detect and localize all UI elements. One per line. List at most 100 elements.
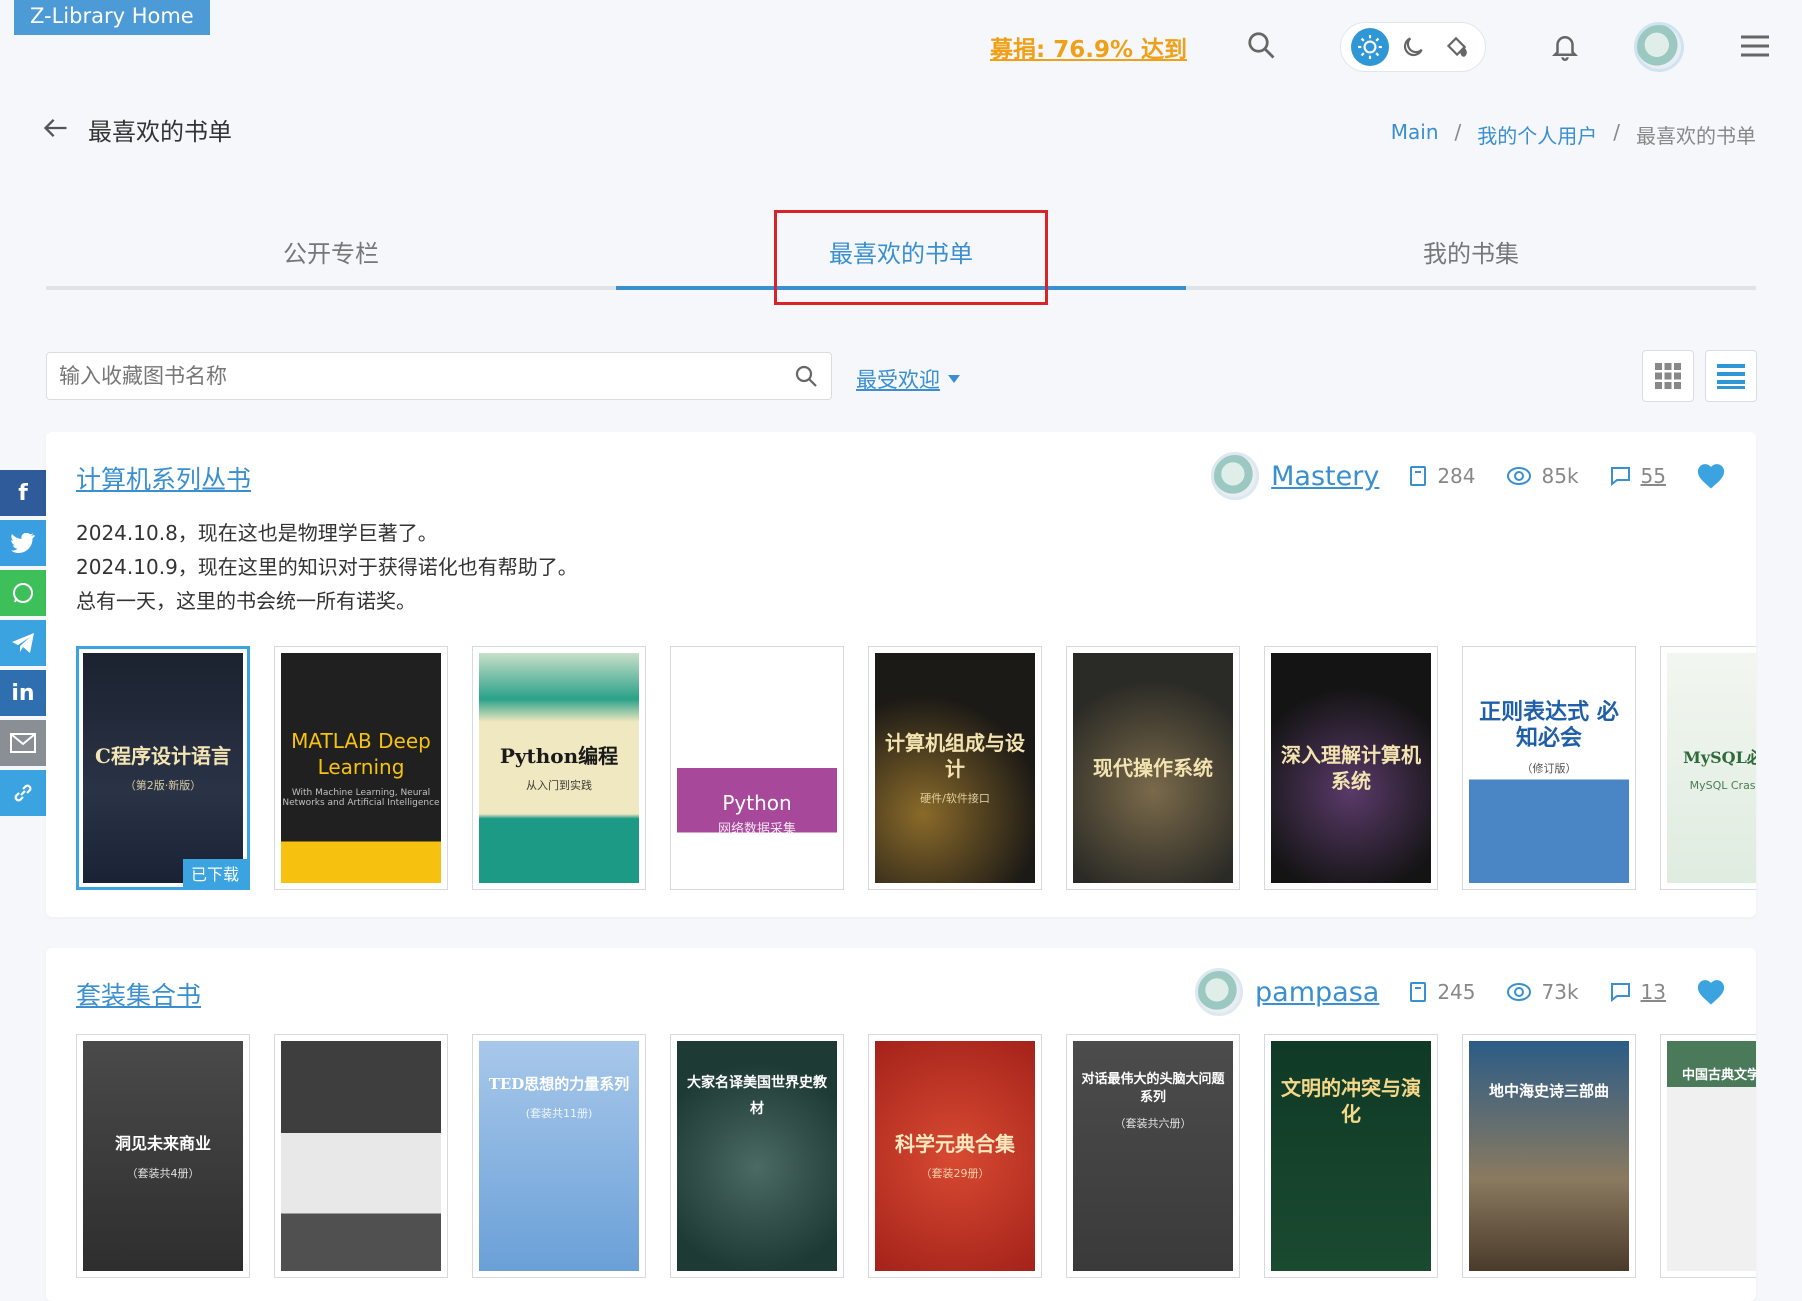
book-title: 文明的冲突与演化 [1281, 1076, 1421, 1126]
link-icon[interactable] [0, 770, 46, 816]
book-subtitle: （套装共4册） [126, 1167, 200, 1180]
eye-icon [1506, 983, 1531, 1001]
booklist-owner[interactable]: Mastery [1211, 452, 1379, 500]
sort-dropdown[interactable]: 最受欢迎 [856, 364, 960, 394]
cover-art: 深入理解计算机系统 [1271, 653, 1431, 883]
cover-art: 科学元典合集 （套装29册） [875, 1041, 1035, 1271]
book-cover[interactable]: Python编程 从入门到实践 [472, 646, 646, 890]
book-cover[interactable]: 正则表达式 必知必会 （修订版） [1462, 646, 1636, 890]
book-cover[interactable] [274, 1034, 448, 1278]
book-cover[interactable]: MySQL必知必会 MySQL Crash Course [1660, 646, 1756, 890]
book-cover[interactable]: 深入理解计算机系统 [1264, 646, 1438, 890]
book-subtitle: 从入门到实践 [526, 779, 592, 792]
book-cover[interactable]: 计算机组成与设计 硬件/软件接口 [868, 646, 1042, 890]
owner-avatar[interactable] [1195, 968, 1244, 1016]
telegram-icon[interactable] [0, 620, 46, 666]
cover-art: 大家名译美国世界史教材 [677, 1041, 837, 1271]
moon-icon[interactable] [1394, 28, 1432, 66]
book-subtitle: （修订版） [1521, 762, 1577, 775]
z-library-home-link[interactable]: Z-Library Home [14, 0, 210, 35]
book-subtitle: （套装29册） [920, 1167, 990, 1180]
comments-count-value[interactable]: 55 [1641, 464, 1666, 488]
description-line: 2024.10.8，现在这也是物理学巨著了。 [76, 521, 438, 545]
book-subtitle: (套装共11册) [525, 1107, 593, 1120]
cover-art [281, 1041, 441, 1271]
tab-highlight-frame [774, 210, 1048, 305]
twitter-icon[interactable] [0, 520, 46, 566]
description-line: 总有一天，这里的书会统一所有诺奖。 [76, 589, 416, 613]
comment-icon [1610, 467, 1630, 486]
breadcrumb-current: 最喜欢的书单 [1636, 124, 1756, 148]
book-title: 计算机组成与设计 [885, 731, 1025, 781]
book-subtitle: 硬件/软件接口 [920, 792, 990, 805]
book-cover[interactable]: 地中海史诗三部曲 [1462, 1034, 1636, 1278]
cover-art: 地中海史诗三部曲 [1469, 1041, 1629, 1271]
cover-art: 正则表达式 必知必会 （修订版） [1469, 653, 1629, 883]
cover-art: 计算机组成与设计 硬件/软件接口 [875, 653, 1035, 883]
book-title: 科学元典合集 [895, 1132, 1015, 1156]
book-subtitle: （套装共六册） [1114, 1117, 1192, 1130]
whatsapp-icon[interactable] [0, 570, 46, 616]
heart-icon[interactable] [1696, 462, 1726, 490]
paint-bucket-icon[interactable] [1437, 28, 1475, 66]
search-icon[interactable] [781, 353, 831, 399]
book-cover[interactable]: TED思想的力量系列 (套装共11册) [472, 1034, 646, 1278]
user-avatar[interactable] [1634, 22, 1684, 72]
sun-icon[interactable] [1351, 28, 1390, 66]
comments-count[interactable]: 55 [1609, 464, 1666, 488]
breadcrumb-main-link[interactable]: Main [1391, 120, 1439, 149]
breadcrumb-separator: / [1613, 120, 1620, 144]
booklist-meta: pampasa 245 73k 13 [1195, 968, 1726, 1016]
hamburger-menu-icon[interactable] [1738, 32, 1772, 60]
search-input[interactable] [47, 364, 781, 388]
book-row: C程序设计语言 （第2版·新版） 已下载 MATLAB Deep Learnin… [76, 646, 1756, 890]
donate-progress-link[interactable]: 募捐: 76.9% 达到 [990, 30, 1187, 64]
eye-icon [1506, 467, 1531, 485]
views-count: 73k [1506, 980, 1579, 1004]
book-row: 洞见未来商业 （套装共4册） TED思想的力量系列 (套装共11册) 大家名译美… [76, 1034, 1756, 1278]
back-arrow-icon[interactable] [42, 114, 72, 144]
caret-down-icon [948, 375, 960, 383]
cover-art: MATLAB Deep Learning With Machine Learni… [281, 653, 441, 883]
book-title: 深入理解计算机系统 [1281, 743, 1421, 793]
views-count: 85k [1506, 464, 1579, 488]
book-icon [1410, 466, 1427, 486]
owner-name-link[interactable]: pampasa [1255, 977, 1379, 1008]
comments-count-value[interactable]: 13 [1641, 980, 1666, 1004]
book-cover[interactable]: C程序设计语言 （第2版·新版） 已下载 [76, 646, 250, 890]
comments-count[interactable]: 13 [1609, 980, 1666, 1004]
facebook-icon[interactable]: f [0, 470, 46, 516]
linkedin-icon[interactable]: in [0, 670, 46, 716]
book-icon [1410, 982, 1427, 1002]
heart-icon[interactable] [1696, 978, 1726, 1006]
grid-view-button[interactable] [1642, 350, 1694, 402]
booklist-title-link[interactable]: 计算机系列丛书 [76, 460, 251, 496]
book-cover[interactable]: 科学元典合集 （套装29册） [868, 1034, 1042, 1278]
breadcrumb-profile-link[interactable]: 我的个人用户 [1477, 120, 1597, 149]
book-cover[interactable]: 中国古典文学名家名译 [1660, 1034, 1756, 1278]
book-cover[interactable]: 洞见未来商业 （套装共4册） [76, 1034, 250, 1278]
mail-icon[interactable] [0, 720, 46, 766]
search-icon[interactable] [1244, 28, 1278, 62]
booklist-owner[interactable]: pampasa [1195, 968, 1379, 1016]
booklist-title-link[interactable]: 套装集合书 [76, 976, 201, 1012]
book-cover[interactable]: 对话最伟大的头脑大问题系列 （套装共六册） [1066, 1034, 1240, 1278]
sort-label: 最受欢迎 [856, 368, 940, 392]
tab-my-collections[interactable]: 我的书集 [1186, 210, 1756, 286]
tab-public-lists[interactable]: 公开专栏 [46, 210, 616, 286]
book-cover[interactable]: 大家名译美国世界史教材 [670, 1034, 844, 1278]
cover-art: 中国古典文学名家名译 [1667, 1041, 1756, 1271]
book-cover[interactable]: 现代操作系统 [1066, 646, 1240, 890]
book-title: Python编程 [499, 744, 619, 768]
search-box [46, 352, 832, 400]
book-cover[interactable]: Python 网络数据采集 [670, 646, 844, 890]
bell-icon[interactable] [1548, 28, 1582, 64]
book-cover[interactable]: MATLAB Deep Learning With Machine Learni… [274, 646, 448, 890]
book-title: 对话最伟大的头脑大问题系列 [1081, 1072, 1225, 1105]
book-cover[interactable]: 文明的冲突与演化 [1264, 1034, 1438, 1278]
owner-avatar[interactable] [1211, 452, 1260, 500]
cover-art: 现代操作系统 [1073, 653, 1233, 883]
owner-name-link[interactable]: Mastery [1271, 461, 1379, 492]
list-view-button[interactable] [1705, 350, 1757, 402]
booklist-card: 套装集合书 pampasa 245 73k 13 洞见未来商业 （套装共4册） [46, 948, 1756, 1301]
